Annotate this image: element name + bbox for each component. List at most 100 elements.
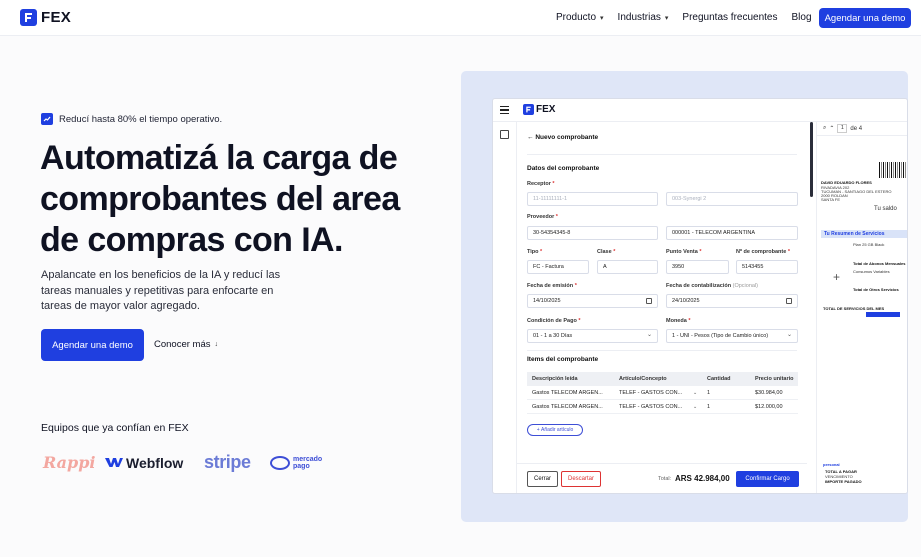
- menu-icon[interactable]: [500, 106, 509, 116]
- back-link[interactable]: ← Nuevo comprobante: [527, 134, 598, 141]
- total-amount: ARS 42.984,00: [675, 474, 730, 483]
- nav-producto[interactable]: Producto ▾: [556, 12, 604, 23]
- tipo-select[interactable]: FC - Factura: [527, 260, 589, 274]
- nav-producto-label: Producto: [556, 12, 597, 23]
- proveedor-name-input[interactable]: 000001 - TELECOM ARGENTINA: [666, 226, 798, 240]
- cell-descripcion: Gastos TELECOM ARGEN...: [532, 403, 603, 410]
- webflow-logo: Webflow: [105, 455, 204, 471]
- nav-industrias[interactable]: Industrias ▾: [618, 12, 669, 23]
- nav-faq-label: Preguntas frecuentes: [682, 12, 778, 23]
- divider: [527, 350, 797, 351]
- hero-badge: Reducí hasta 80% el tiempo operativo.: [41, 113, 222, 125]
- scrollbar[interactable]: [810, 122, 813, 197]
- confirm-button[interactable]: Confirmar Cargo: [736, 471, 799, 487]
- top-nav: FEX Producto ▾ Industrias ▾ Preguntas frec…: [0, 0, 921, 36]
- voucher-form: ← Nuevo comprobante Datos del comprobant…: [517, 122, 807, 493]
- cell-articulo[interactable]: TELEF - GASTOS CON...: [619, 390, 682, 396]
- fex-logo-icon: [20, 9, 37, 26]
- numero-label: Nº de comprobante *: [736, 249, 790, 255]
- fex-logo[interactable]: FEX: [20, 9, 71, 26]
- items-table: Descripción leída Artículo/Concepto Cant…: [527, 372, 798, 414]
- preview-toolbar: ⌕ ⌃ 1 de 4: [817, 122, 907, 136]
- close-button[interactable]: Cerrar: [527, 471, 558, 487]
- nav-demo-button[interactable]: Agendar una demo: [819, 8, 911, 28]
- receptor-unit-input[interactable]: 003-Synergi 2: [666, 192, 798, 206]
- rappi-logo: Rappi: [43, 453, 96, 472]
- handshake-icon: [270, 455, 290, 470]
- app-logo: FEX: [523, 104, 555, 115]
- col-articulo: Artículo/Concepto: [619, 375, 667, 382]
- fecha-contab-input[interactable]: 24/10/2025: [666, 294, 798, 308]
- chevron-down-icon: ⌄: [786, 332, 792, 338]
- calendar-icon: [646, 298, 652, 304]
- add-item-label: Añadir artículo: [541, 427, 574, 433]
- preview-importe-pagado: IMPORTE PAGADO: [825, 479, 862, 484]
- col-cantidad: Cantidad: [707, 375, 731, 382]
- mercado-pago-text: mercado pago: [293, 455, 323, 470]
- condicion-select[interactable]: 01 - 1 a 30 Días ⌄: [527, 329, 658, 343]
- calendar-icon: [786, 298, 792, 304]
- plus-icon: +: [833, 270, 841, 284]
- punto-venta-input[interactable]: 3950: [666, 260, 729, 274]
- clase-label: Clase *: [597, 249, 616, 255]
- app-screenshot: FEX ← Nuevo comprobante Datos del compro…: [492, 98, 908, 494]
- app-logo-text: FEX: [536, 104, 556, 115]
- cell-precio[interactable]: $12.000,00: [755, 404, 783, 410]
- table-header: Descripción leída Artículo/Concepto Cant…: [527, 372, 798, 386]
- preview-highlight: [866, 312, 900, 317]
- document-icon[interactable]: [500, 130, 509, 139]
- nav-blog[interactable]: Blog: [791, 12, 811, 23]
- fecha-emision-label: Fecha de emisión *: [527, 283, 577, 289]
- nav-industrias-label: Industrias: [617, 12, 661, 23]
- learn-more-label: Conocer más: [154, 339, 211, 350]
- stripe-logo: stripe: [204, 452, 251, 472]
- proveedor-label: Proveedor *: [527, 214, 558, 220]
- add-item-button[interactable]: + Añadir artículo: [527, 424, 583, 436]
- clase-select[interactable]: A: [597, 260, 658, 274]
- page-input[interactable]: 1: [837, 124, 848, 133]
- webflow-icon: [105, 458, 123, 467]
- preview-balance: Tu saldo: [874, 206, 897, 212]
- moneda-select[interactable]: 1 - UNI - Pesos (Tipo de Cambio único) ⌄: [666, 329, 798, 343]
- cell-articulo[interactable]: TELEF - GASTOS CON...: [619, 404, 682, 410]
- app-topbar: FEX: [493, 99, 907, 122]
- arrow-down-icon: ↓: [214, 341, 219, 348]
- chevron-down-icon[interactable]: ⌄: [693, 390, 697, 396]
- receptor-label: Receptor *: [527, 181, 555, 187]
- preview-consumos: Consumos Variables: [853, 269, 890, 274]
- proveedor-cuit-input[interactable]: 30-54354345-8: [527, 226, 658, 240]
- chevron-down-icon: ⌄: [646, 332, 652, 338]
- cell-precio[interactable]: $30.984,00: [755, 390, 783, 396]
- table-row[interactable]: Gastos TELECOM ARGEN... TELEF - GASTOS C…: [527, 400, 798, 414]
- hero-demo-button[interactable]: Agendar una demo: [41, 329, 144, 361]
- divider: [527, 154, 797, 155]
- fecha-emision-input[interactable]: 14/10/2025: [527, 294, 658, 308]
- hero-subtitle: Apalancate en los beneficios de la IA y …: [41, 269, 281, 312]
- condicion-label: Condición de Pago *: [527, 318, 581, 324]
- chevron-down-icon[interactable]: ⌄: [693, 404, 697, 410]
- moneda-label: Moneda *: [666, 318, 691, 324]
- hero-title: Automatizá la carga de comprobantes del …: [40, 139, 400, 259]
- table-row[interactable]: Gastos TELECOM ARGEN... TELEF - GASTOS C…: [527, 386, 798, 400]
- cell-cantidad[interactable]: 1: [707, 404, 710, 410]
- chevron-up-icon[interactable]: ⌃: [829, 125, 834, 132]
- search-icon[interactable]: ⌕: [823, 125, 826, 132]
- nav-blog-label: Blog: [791, 12, 812, 23]
- receptor-input[interactable]: 11-11111111-1: [527, 192, 658, 206]
- cell-cantidad[interactable]: 1: [707, 390, 710, 396]
- mercado-pago-logo: mercado pago: [270, 455, 323, 470]
- nav-faq[interactable]: Preguntas frecuentes: [682, 12, 777, 23]
- punto-venta-label: Punto Venta *: [666, 249, 702, 255]
- hero-learn-more-link[interactable]: Conocer más ↓: [154, 339, 218, 350]
- hero-badge-text: Reducí hasta 80% el tiempo operativo.: [59, 113, 223, 125]
- form-footer: Cerrar Descartar Total: ARS 42.984,00 Co…: [517, 463, 807, 493]
- items-title: Items del comprobante: [527, 356, 599, 363]
- preview-total-servicio: TOTAL DE SERVICIOS DEL MES: [823, 306, 885, 311]
- col-precio: Precio unitario: [755, 375, 794, 382]
- numero-input[interactable]: 5143455: [736, 260, 798, 274]
- discard-button[interactable]: Descartar: [561, 471, 601, 487]
- client-logos: Rappi Webflow stripe mercado pago: [43, 452, 323, 473]
- preview-personal: personal: [823, 462, 840, 467]
- trend-up-icon: [41, 113, 53, 125]
- preview-plan: Plan 25 GB Black: [853, 242, 885, 247]
